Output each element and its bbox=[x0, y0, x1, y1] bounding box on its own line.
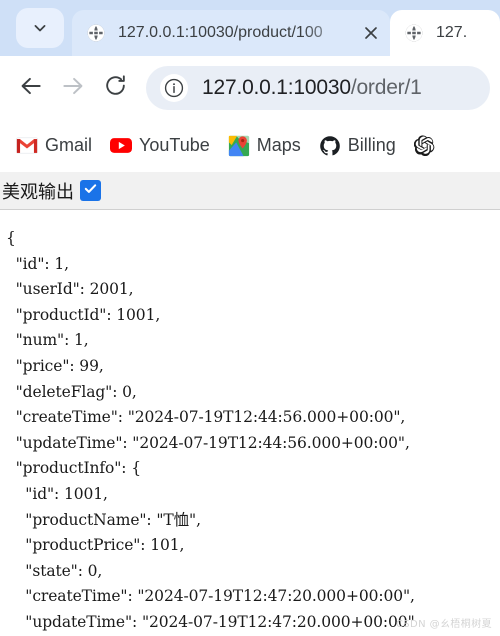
json-viewer-header: 美观输出 bbox=[0, 172, 500, 210]
watermark: CSDN @ㄠ梧桐树夏 bbox=[395, 619, 492, 630]
bookmark-label: Gmail bbox=[45, 135, 93, 155]
json-line: "num": 1, bbox=[6, 331, 89, 350]
json-line: "productInfo": { bbox=[6, 459, 141, 478]
globe-icon bbox=[404, 23, 424, 43]
github-icon bbox=[319, 135, 341, 157]
tab-title: 127. bbox=[436, 24, 468, 41]
json-line: "productName": "T恤", bbox=[6, 510, 201, 529]
url-path: /order/1 bbox=[350, 76, 422, 99]
json-line: "userId": 2001, bbox=[6, 280, 134, 299]
address-bar-url: 127.0.0.1:10030/order/1 bbox=[202, 76, 422, 100]
bookmark-label: Billing bbox=[347, 135, 396, 155]
bookmark-youtube[interactable]: YouTube bbox=[102, 131, 218, 161]
bookmark-billing[interactable]: Billing bbox=[311, 131, 404, 161]
json-line: "productId": 1001, bbox=[6, 305, 161, 324]
json-line: "createTime": "2024-07-19T12:47:20.000+0… bbox=[6, 587, 415, 606]
back-button[interactable] bbox=[10, 67, 52, 109]
close-icon[interactable] bbox=[358, 20, 384, 46]
google-maps-icon bbox=[228, 135, 250, 157]
bookmark-label: YouTube bbox=[139, 135, 210, 155]
bookmarks-bar: Gmail YouTube Maps Billing bbox=[0, 120, 500, 172]
browser-tab-order[interactable]: 127. bbox=[390, 10, 500, 56]
gmail-icon bbox=[16, 135, 38, 157]
address-bar[interactable]: 127.0.0.1:10030/order/1 bbox=[146, 66, 490, 110]
forward-button[interactable] bbox=[52, 67, 94, 109]
bookmark-label: Maps bbox=[256, 135, 301, 155]
globe-icon bbox=[86, 23, 106, 43]
json-line: "id": 1, bbox=[6, 254, 69, 273]
json-line: "price": 99, bbox=[6, 356, 104, 375]
reload-icon bbox=[103, 73, 128, 103]
json-line: "updateTime": "2024-07-19T12:44:56.000+0… bbox=[6, 433, 410, 452]
browser-window: 127.0.0.1:10030/product/100 127. 127.0.0… bbox=[0, 0, 500, 636]
json-line: "state": 0, bbox=[6, 561, 103, 580]
pretty-print-checkbox[interactable] bbox=[80, 180, 101, 201]
openai-icon bbox=[414, 135, 436, 157]
json-line: "id": 1001, bbox=[6, 484, 108, 503]
json-line: "productPrice": 101, bbox=[6, 536, 185, 555]
youtube-icon bbox=[110, 135, 133, 157]
arrow-left-icon bbox=[18, 73, 44, 104]
bookmark-gmail[interactable]: Gmail bbox=[8, 131, 100, 161]
bookmark-maps[interactable]: Maps bbox=[220, 131, 309, 161]
tab-strip: 127.0.0.1:10030/product/100 127. bbox=[0, 0, 500, 56]
info-circle-icon[interactable] bbox=[160, 74, 188, 102]
json-line: "createTime": "2024-07-19T12:44:56.000+0… bbox=[6, 408, 406, 427]
arrow-right-icon bbox=[60, 73, 86, 104]
browser-tab-product[interactable]: 127.0.0.1:10030/product/100 bbox=[72, 10, 390, 56]
tab-search-button[interactable] bbox=[16, 8, 64, 48]
json-output: { "id": 1, "userId": 2001, "productId": … bbox=[0, 210, 500, 636]
reload-button[interactable] bbox=[94, 67, 136, 109]
browser-toolbar: 127.0.0.1:10030/order/1 bbox=[0, 56, 500, 120]
tab-title: 127.0.0.1:10030/product/100 bbox=[118, 24, 323, 41]
chevron-down-icon bbox=[30, 18, 50, 38]
bookmark-openai[interactable] bbox=[406, 131, 444, 161]
pretty-print-label: 美观输出 bbox=[2, 181, 74, 203]
checkmark-icon bbox=[83, 181, 98, 201]
url-host: 127.0.0.1:10030 bbox=[202, 76, 351, 99]
page-content: 美观输出 { "id": 1, "userId": 2001, "product… bbox=[0, 172, 500, 636]
json-line: { bbox=[6, 229, 16, 247]
json-line: "deleteFlag": 0, bbox=[6, 382, 137, 401]
